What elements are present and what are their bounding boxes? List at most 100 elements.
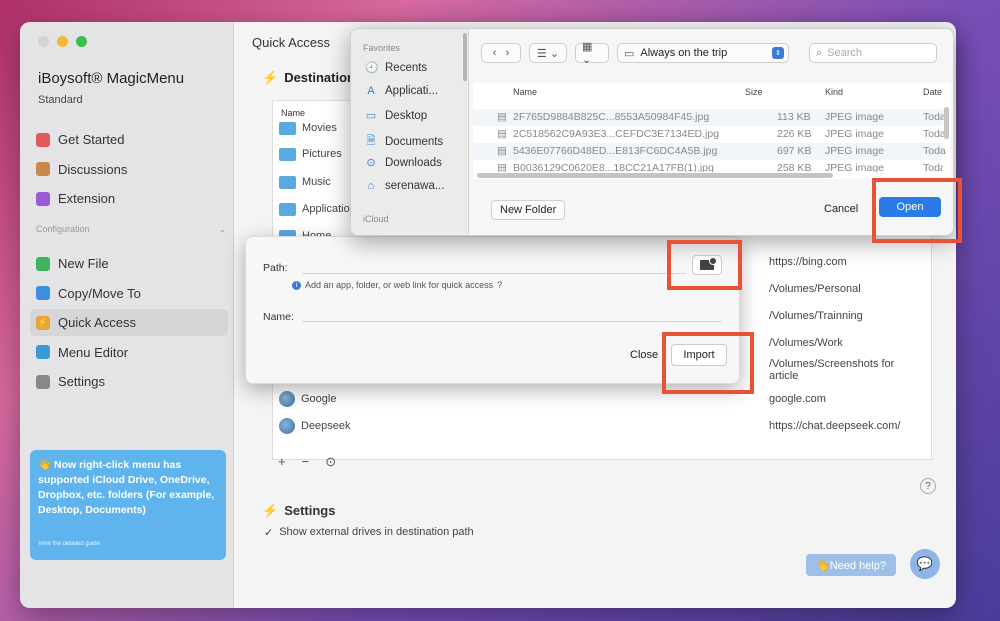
- file-row[interactable]: ▤ B0036129C0620E8...18CC21A17FB(1).jpg 2…: [473, 160, 943, 172]
- name-input[interactable]: [302, 321, 722, 322]
- lightning-icon: ⚡: [36, 315, 50, 330]
- option-label: Show external drives in destination path: [279, 526, 474, 538]
- file-row[interactable]: ▤ 2F765D9884B825C...8553A50984F45.jpg 11…: [473, 109, 946, 126]
- date-column-header[interactable]: Date: [923, 87, 942, 97]
- row-name: Deepseek: [301, 420, 351, 432]
- lightning-icon: ⚡: [262, 503, 279, 518]
- sidebar-item-new-file[interactable]: New File: [30, 250, 228, 277]
- close-window-button[interactable]: [38, 36, 49, 47]
- minimize-window-button[interactable]: [57, 36, 68, 47]
- group-button[interactable]: ▦ ⌄: [575, 41, 609, 66]
- applications-icon: A: [367, 85, 375, 97]
- zoom-window-button[interactable]: [76, 36, 87, 47]
- desktop-icon: ▭: [365, 110, 377, 122]
- sidebar-item-label: Applicati...: [385, 85, 439, 97]
- remove-icon[interactable]: −: [302, 454, 310, 470]
- file-size: 113 KB: [777, 111, 811, 123]
- sidebar-scrollbar[interactable]: [463, 33, 467, 81]
- file-size: 226 KB: [777, 128, 812, 140]
- main-nav: Get Started Discussions Extension: [30, 126, 228, 215]
- path-input[interactable]: [302, 273, 686, 274]
- options-icon[interactable]: ⊙: [325, 454, 336, 470]
- file-row[interactable]: ▤ 5436E07766D48ED...E813FC6DC4A5B.jpg 69…: [473, 143, 946, 160]
- favorites-label: Favorites: [363, 43, 401, 53]
- horizontal-scrollbar[interactable]: [477, 173, 833, 178]
- file-icon: ▤: [497, 145, 507, 157]
- section-label: Configuration: [36, 224, 90, 234]
- file-date: Toda: [923, 128, 946, 140]
- sidebar-item-downloads[interactable]: ⊙ Downloads: [365, 156, 442, 170]
- size-column-header[interactable]: Size: [745, 87, 763, 97]
- help-icon[interactable]: ?: [920, 478, 936, 494]
- folder-icon: [279, 202, 296, 216]
- file-name: B0036129C0620E8...18CC21A17FB(1).jpg: [513, 162, 714, 172]
- search-icon: ⌕: [816, 46, 823, 59]
- file-icon: ▤: [497, 128, 507, 140]
- sidebar-item-settings[interactable]: Settings: [30, 368, 228, 395]
- file-icon: ▤: [497, 162, 507, 172]
- home-icon: ⌂: [367, 180, 375, 192]
- file-date: Toda: [923, 145, 946, 157]
- row-path: https://bing.com: [769, 256, 847, 268]
- location-select[interactable]: ▭ Always on the trip ⇕: [617, 43, 789, 63]
- sidebar-item-extension[interactable]: Extension: [30, 185, 228, 212]
- vertical-scrollbar[interactable]: [944, 107, 949, 139]
- folder-icon: [279, 121, 296, 135]
- sidebar-item-label: New File: [58, 256, 109, 271]
- heading-text: Settings: [284, 503, 336, 518]
- need-help-button[interactable]: 👋Need help?: [806, 554, 896, 576]
- chevron-left-icon[interactable]: ‹: [493, 47, 497, 59]
- row-name: Movies: [302, 122, 337, 134]
- search-input[interactable]: ⌕ Search: [809, 43, 937, 63]
- sidebar-item-applications[interactable]: A Applicati...: [365, 85, 438, 97]
- hint-text: Add an app, folder, or web link for quic…: [305, 280, 494, 290]
- sidebar-item-documents[interactable]: 🗎 Documents: [365, 132, 444, 151]
- table-row[interactable]: Deepseek https://chat.deepseek.com/: [279, 415, 924, 437]
- chat-icon[interactable]: 💬: [910, 549, 940, 579]
- sidebar-item-quick-access[interactable]: ⚡ Quick Access: [30, 309, 228, 337]
- highlight-open-button: [872, 178, 962, 243]
- kind-column-header[interactable]: Kind: [825, 87, 843, 97]
- copy-move-icon: [36, 286, 50, 301]
- sidebar-item-desktop[interactable]: ▭ Desktop: [365, 109, 427, 123]
- sidebar-item-recents[interactable]: 🕘 Recents: [365, 61, 428, 75]
- file-date: Toda: [923, 111, 946, 123]
- search-placeholder: Search: [827, 47, 863, 59]
- sidebar-item-copy-move[interactable]: Copy/Move To: [30, 280, 228, 307]
- name-label: Name:: [263, 311, 294, 323]
- sidebar-item-menu-editor[interactable]: Menu Editor: [30, 339, 228, 366]
- discussions-icon: [36, 162, 50, 177]
- hint-help-icon[interactable]: ?: [497, 280, 502, 290]
- file-row[interactable]: ▤ 2C518562C9A93E3...CEFDC3E7134ED.jpg 22…: [473, 126, 946, 143]
- sidebar-item-home[interactable]: ⌂ serenawa...: [365, 180, 445, 192]
- chevron-right-icon[interactable]: ›: [506, 47, 510, 59]
- back-forward-buttons[interactable]: ‹ ›: [481, 43, 521, 63]
- row-path: https://chat.deepseek.com/: [769, 420, 901, 432]
- new-folder-button[interactable]: New Folder: [491, 200, 566, 220]
- view-list-button[interactable]: ☰ ⌄: [529, 43, 567, 63]
- row-path: /Volumes/Work: [769, 337, 843, 349]
- promo-banner[interactable]: 👋 Now right-click menu has supported iCl…: [30, 450, 226, 560]
- sidebar-item-label: Recents: [385, 61, 428, 74]
- gear-icon: [36, 374, 50, 389]
- promo-text: 👋 Now right-click menu has supported iCl…: [38, 459, 215, 516]
- sidebar-item-label: Extension: [58, 191, 116, 207]
- grid-icon: ▦ ⌄: [582, 41, 593, 66]
- table-row[interactable]: Google google.com: [279, 388, 924, 410]
- configuration-section[interactable]: Configuration ⌄: [36, 224, 226, 235]
- close-button[interactable]: Close: [622, 345, 666, 365]
- file-kind: JPEG image: [825, 111, 884, 123]
- add-icon[interactable]: +: [278, 454, 286, 470]
- row-path: google.com: [769, 393, 826, 405]
- list-icon: ☰ ⌄: [536, 47, 560, 60]
- sidebar-item-get-started[interactable]: Get Started: [30, 126, 228, 153]
- finder-toolbar: ‹ › ☰ ⌄ ▦ ⌄ ▭ Always on the trip ⇕: [481, 41, 789, 66]
- sidebar-item-discussions[interactable]: Discussions: [30, 156, 228, 183]
- external-drives-option[interactable]: ✓ Show external drives in destination pa…: [264, 526, 474, 539]
- file-list: Name Size Kind Date ▤ 2F765D9884B825C...…: [473, 83, 951, 179]
- checkmark-icon[interactable]: ✓: [264, 526, 273, 539]
- cancel-button[interactable]: Cancel: [813, 199, 869, 219]
- lightning-icon: ⚡: [262, 70, 279, 85]
- promo-link[interactable]: View the detailed guide: [38, 537, 100, 552]
- name-column-header[interactable]: Name: [513, 87, 537, 97]
